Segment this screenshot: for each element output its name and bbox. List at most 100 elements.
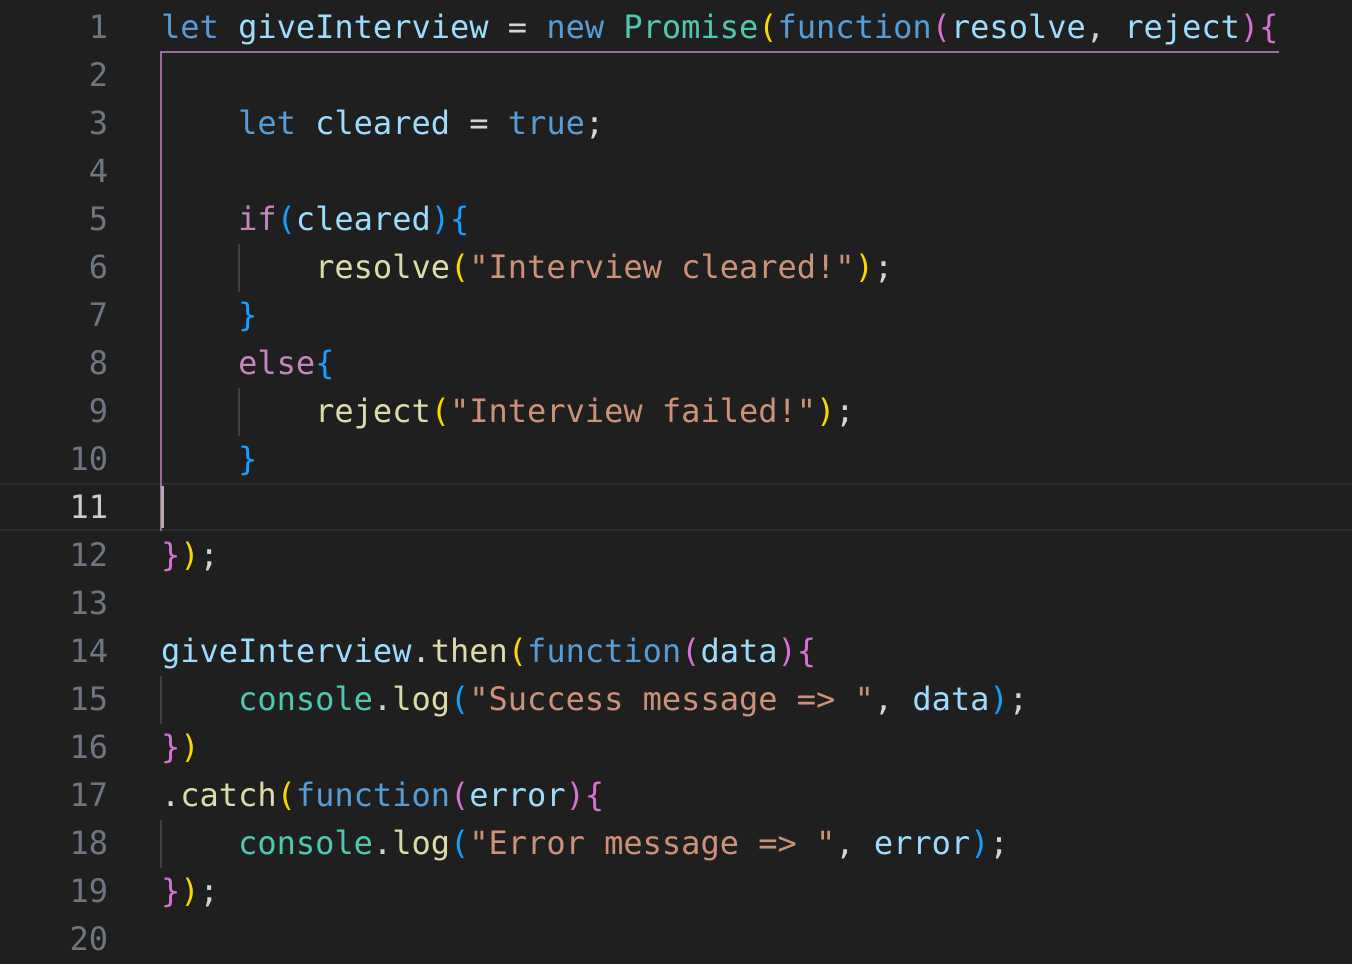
- line-number: 13: [69, 584, 108, 622]
- code-token: (: [758, 8, 778, 46]
- line-number: 16: [69, 728, 108, 766]
- code-token: console: [238, 824, 373, 862]
- code-token: if: [238, 200, 277, 238]
- line-number: 18: [69, 824, 108, 862]
- code-line[interactable]: 13: [0, 579, 1352, 627]
- code-line[interactable]: 11: [0, 483, 1352, 531]
- indent-guide-then-block: [160, 676, 162, 724]
- code-token: ;: [873, 248, 894, 286]
- code-token: ): [180, 872, 200, 910]
- code-token: ): [1239, 8, 1260, 46]
- code-token: (: [449, 824, 470, 862]
- code-token: ): [565, 776, 585, 814]
- code-token: {: [584, 776, 605, 814]
- code-token: new: [546, 8, 605, 46]
- code-text: resolve("Interview cleared!");: [161, 245, 893, 289]
- code-token: giveInterview: [238, 8, 489, 46]
- code-line[interactable]: 6 resolve("Interview cleared!");: [0, 243, 1352, 291]
- code-token: }: [238, 440, 258, 478]
- code-token: "Success message => ": [469, 680, 874, 718]
- code-line[interactable]: 20: [0, 915, 1352, 963]
- line-number: 4: [88, 152, 108, 190]
- code-text: reject("Interview failed!");: [161, 389, 854, 433]
- indent-guide-if-block: [238, 244, 240, 292]
- code-token: cleared: [295, 200, 431, 238]
- code-token: .: [411, 632, 431, 670]
- code-token: let: [161, 8, 219, 46]
- code-token: (: [449, 776, 470, 814]
- code-line[interactable]: 10 }: [0, 435, 1352, 483]
- code-text: else{: [161, 341, 334, 385]
- code-line[interactable]: 2: [0, 51, 1352, 99]
- code-token: .: [372, 824, 393, 862]
- code-token: "Error message => ": [469, 824, 836, 862]
- code-token: (: [449, 680, 470, 718]
- code-text: console.log("Success message => ", data)…: [161, 677, 1028, 721]
- active-indent-guide: [160, 51, 162, 531]
- code-token: ,: [873, 680, 913, 718]
- code-line[interactable]: 12});: [0, 531, 1352, 579]
- code-line[interactable]: 17 .catch(function(error){: [0, 771, 1352, 819]
- code-token: resolve: [315, 248, 450, 286]
- code-text: let giveInterview = new Promise(function…: [161, 5, 1278, 49]
- code-line[interactable]: 19});: [0, 867, 1352, 915]
- code-token: ): [180, 536, 200, 574]
- code-token: ,: [1085, 8, 1125, 46]
- code-text: }: [161, 437, 257, 481]
- code-token: ;: [1008, 680, 1028, 718]
- code-token: cleared: [315, 104, 450, 142]
- code-line[interactable]: 4: [0, 147, 1352, 195]
- bracket-scope-top-guide: [161, 51, 1279, 53]
- code-token: ): [989, 680, 1009, 718]
- code-token: catch: [180, 776, 277, 814]
- code-token: true: [507, 104, 585, 142]
- code-line[interactable]: 18 console.log("Error message => ", erro…: [0, 819, 1352, 867]
- line-number: 10: [69, 440, 108, 478]
- code-line[interactable]: 5 if(cleared){: [0, 195, 1352, 243]
- code-token: ): [430, 200, 450, 238]
- line-number: 5: [88, 200, 108, 238]
- code-line[interactable]: 3 let cleared = true;: [0, 99, 1352, 147]
- code-line[interactable]: 9 reject("Interview failed!");: [0, 387, 1352, 435]
- code-editor[interactable]: 20 19}); 18 console.log("Error message => …: [0, 0, 1352, 964]
- code-token: (: [276, 776, 296, 814]
- line-number: 3: [88, 104, 108, 142]
- code-text: console.log("Error message => ", error);: [161, 821, 1009, 865]
- line-number: 19: [69, 872, 108, 910]
- code-text: }: [161, 293, 257, 337]
- code-token: else: [238, 344, 316, 382]
- code-token: log: [392, 824, 450, 862]
- code-token: (: [276, 200, 296, 238]
- code-token: (: [681, 632, 701, 670]
- code-text: .catch(function(error){: [161, 773, 604, 817]
- code-token: let: [238, 104, 296, 142]
- code-token: ;: [989, 824, 1009, 862]
- code-token: error: [469, 776, 566, 814]
- line-number: 20: [69, 920, 108, 958]
- code-line[interactable]: 1 let giveInterview = new Promise(functio…: [0, 3, 1352, 51]
- code-token: (: [507, 632, 528, 670]
- code-line[interactable]: 8 else{: [0, 339, 1352, 387]
- code-token: {: [315, 344, 335, 382]
- code-token: .: [372, 680, 393, 718]
- code-line[interactable]: 16}): [0, 723, 1352, 771]
- line-number: 15: [69, 680, 108, 718]
- code-token: ): [180, 728, 200, 766]
- code-line[interactable]: 7 }: [0, 291, 1352, 339]
- code-token: ;: [584, 104, 605, 142]
- text-cursor: [161, 486, 164, 528]
- code-token: Promise: [623, 8, 759, 46]
- code-token: ;: [199, 536, 219, 574]
- code-token: reject: [315, 392, 431, 430]
- code-line[interactable]: 14 giveInterview.then(function(data){: [0, 627, 1352, 675]
- code-line[interactable]: 15 console.log("Success message => ", da…: [0, 675, 1352, 723]
